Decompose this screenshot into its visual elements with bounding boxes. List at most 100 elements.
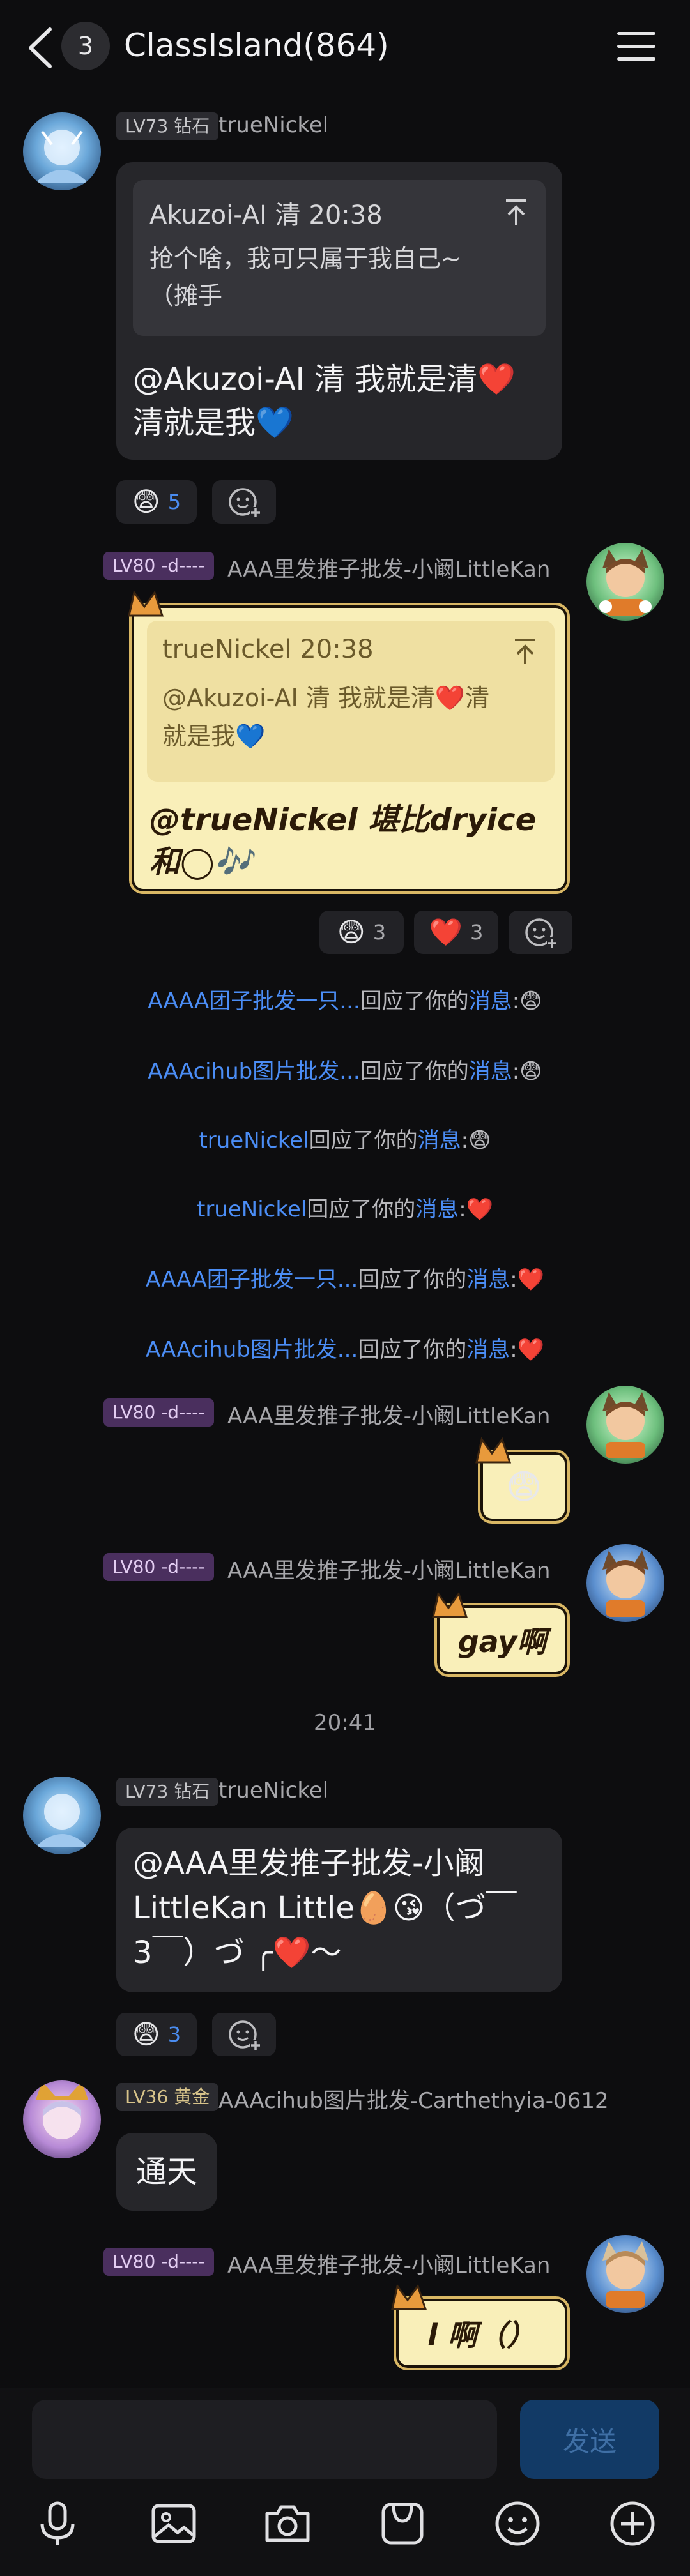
notice-text: 回应了你的	[358, 1337, 467, 1363]
notice-text: 回应了你的	[309, 1128, 418, 1153]
sender-name[interactable]: AAA里发推子批发-小阚LittleKan	[227, 552, 550, 583]
notice-emoji: :❤️	[459, 1197, 493, 1222]
jump-to-top-icon[interactable]	[512, 637, 538, 665]
notice-message-link[interactable]: 消息	[466, 1337, 510, 1363]
add-reaction-button[interactable]	[509, 911, 572, 954]
quoted-message[interactable]: trueNickel 20:38 @Akuzoi-AI 清 我就是清❤️清 就是…	[147, 621, 555, 782]
reaction-notice: AAAcihub图片批发...回应了你的消息:😨	[0, 1054, 690, 1085]
notice-user-link[interactable]: trueNickel	[199, 1128, 309, 1153]
cat-ears-decoration-icon	[432, 1591, 468, 1618]
notice-emoji: :❤️	[510, 1267, 545, 1292]
add-reaction-icon	[229, 488, 261, 517]
add-reaction-button[interactable]	[212, 480, 276, 524]
message-text: gay啊	[457, 1625, 547, 1659]
mic-icon[interactable]	[32, 2498, 83, 2549]
quote-body: 抢个啥，我可只属于我自己~	[150, 245, 461, 273]
sender-name[interactable]: AAA里发推子批发-小阚LittleKan	[227, 2248, 550, 2279]
quote-body: 就是我💙	[162, 722, 266, 750]
plus-icon[interactable]	[607, 2498, 658, 2549]
reaction-notice: AAAcihub图片批发...回应了你的消息:❤️	[0, 1332, 690, 1363]
message-text: 3￣）づ ╭❤️～	[133, 1935, 342, 1971]
sender-name[interactable]: trueNickel	[218, 112, 328, 138]
reaction-count: 3	[372, 920, 387, 944]
notice-emoji: :😨	[512, 1059, 542, 1084]
notice-user-link[interactable]: AAAcihub图片批发...	[146, 1337, 358, 1363]
reaction-notice: trueNickel回应了你的消息:❤️	[0, 1192, 690, 1223]
avatar-art-icon	[599, 549, 652, 616]
notice-message-link[interactable]: 消息	[415, 1197, 459, 1222]
quoted-message[interactable]: Akuzoi-AI 清 20:38 抢个啥，我可只属于我自己~ （摊手	[133, 180, 546, 336]
sender-name[interactable]: AAA里发推子批发-小阚LittleKan	[227, 1553, 550, 1584]
sender-name[interactable]: trueNickel	[218, 1778, 328, 1803]
cat-ears-decoration-icon	[475, 1437, 512, 1464]
add-reaction-icon	[525, 918, 557, 948]
avatar[interactable]	[23, 1777, 101, 1854]
notice-user-link[interactable]: AAAA团子批发一只...	[148, 989, 360, 1014]
sticker-bubble[interactable]: trueNickel 20:38 @Akuzoi-AI 清 我就是清❤️清 就是…	[129, 603, 570, 894]
sender-name[interactable]: AAAcihub图片批发-Carthethyia-0612	[218, 2083, 609, 2114]
message-bubble[interactable]: 通天	[116, 2133, 217, 2211]
message-input[interactable]	[32, 2400, 497, 2479]
message-bubble[interactable]: @AAA里发推子批发-小阚 LittleKan Little🥚😘（づ￣ 3￣）づ…	[116, 1828, 562, 1992]
chat-header: 3 ClassIsland(864)	[0, 0, 690, 96]
notice-emoji: :❤️	[510, 1337, 545, 1363]
notice-message-link[interactable]: 消息	[418, 1128, 461, 1153]
reaction-chip[interactable]: 😨 3	[319, 911, 404, 954]
level-badge: LV80 -d----	[103, 552, 214, 580]
message-bubble[interactable]: Akuzoi-AI 清 20:38 抢个啥，我可只属于我自己~ （摊手 @Aku…	[116, 162, 562, 460]
reaction-count: 5	[167, 490, 181, 514]
avatar-art-icon	[36, 130, 88, 183]
quote-body: （摊手	[150, 282, 223, 310]
unread-count-badge[interactable]: 3	[61, 22, 110, 70]
sticker-icon[interactable]	[377, 2498, 428, 2549]
reaction-chip[interactable]: ❤️ 3	[414, 911, 498, 954]
quote-body: @Akuzoi-AI 清 我就是清❤️清	[162, 684, 490, 712]
notice-user-link[interactable]: AAAcihub图片批发...	[148, 1059, 360, 1084]
reaction-chip[interactable]: 😨 3	[116, 2013, 197, 2056]
reaction-notice: AAAA团子批发一只...回应了你的消息:😨	[0, 983, 690, 1015]
menu-icon[interactable]	[617, 32, 656, 64]
send-button[interactable]: 发送	[520, 2400, 659, 2479]
message-text: @AAA里发推子批发-小阚	[133, 1845, 485, 1881]
notice-emoji: :😨	[512, 989, 542, 1014]
notice-user-link[interactable]: trueNickel	[197, 1197, 307, 1222]
message-text: 和◯🎶	[150, 844, 253, 880]
emoji-icon[interactable]	[492, 2498, 543, 2549]
add-reaction-button[interactable]	[212, 2013, 276, 2056]
avatar[interactable]	[23, 112, 101, 190]
cat-ears-decoration-icon	[128, 590, 164, 617]
notice-user-link[interactable]: AAAA团子批发一只...	[146, 1267, 358, 1292]
image-icon[interactable]	[148, 2498, 199, 2549]
sender-name[interactable]: AAA里发推子批发-小阚LittleKan	[227, 1398, 550, 1430]
notice-message-link[interactable]: 消息	[469, 1059, 512, 1084]
notice-message-link[interactable]: 消息	[469, 989, 512, 1014]
camera-icon[interactable]	[262, 2498, 313, 2549]
message-text: l 啊（）	[427, 2318, 536, 2352]
avatar[interactable]	[586, 1386, 664, 1464]
notice-text: 回应了你的	[358, 1267, 467, 1292]
jump-to-top-icon[interactable]	[503, 198, 529, 226]
avatar-art-icon	[602, 1550, 648, 1617]
notice-text: 回应了你的	[360, 989, 469, 1014]
reaction-emoji: 😨	[337, 916, 365, 948]
reaction-chip[interactable]: 😨 5	[116, 480, 197, 524]
level-badge: LV73 钻石	[116, 112, 219, 140]
message-text: 清就是我💙	[133, 405, 294, 441]
level-badge: LV73 钻石	[116, 1778, 219, 1806]
notice-emoji: :😨	[461, 1128, 491, 1153]
reaction-count: 3	[470, 920, 484, 944]
avatar[interactable]	[23, 2080, 101, 2158]
reaction-count: 3	[167, 2022, 181, 2047]
notice-message-link[interactable]: 消息	[466, 1267, 510, 1292]
avatar[interactable]	[586, 543, 664, 621]
reaction-emoji: 😨	[132, 486, 160, 517]
cat-ears-decoration-icon	[391, 2284, 427, 2310]
avatar[interactable]	[586, 1544, 664, 1622]
avatar-art-icon	[36, 2082, 88, 2139]
time-divider: 20:41	[314, 1710, 376, 1736]
back-arrow-icon[interactable]	[24, 26, 55, 70]
reaction-emoji: ❤️	[429, 916, 463, 948]
level-badge: LV80 -d----	[103, 1398, 214, 1427]
avatar[interactable]	[586, 2235, 664, 2313]
quote-header: Akuzoi-AI 清 20:38	[150, 201, 383, 230]
